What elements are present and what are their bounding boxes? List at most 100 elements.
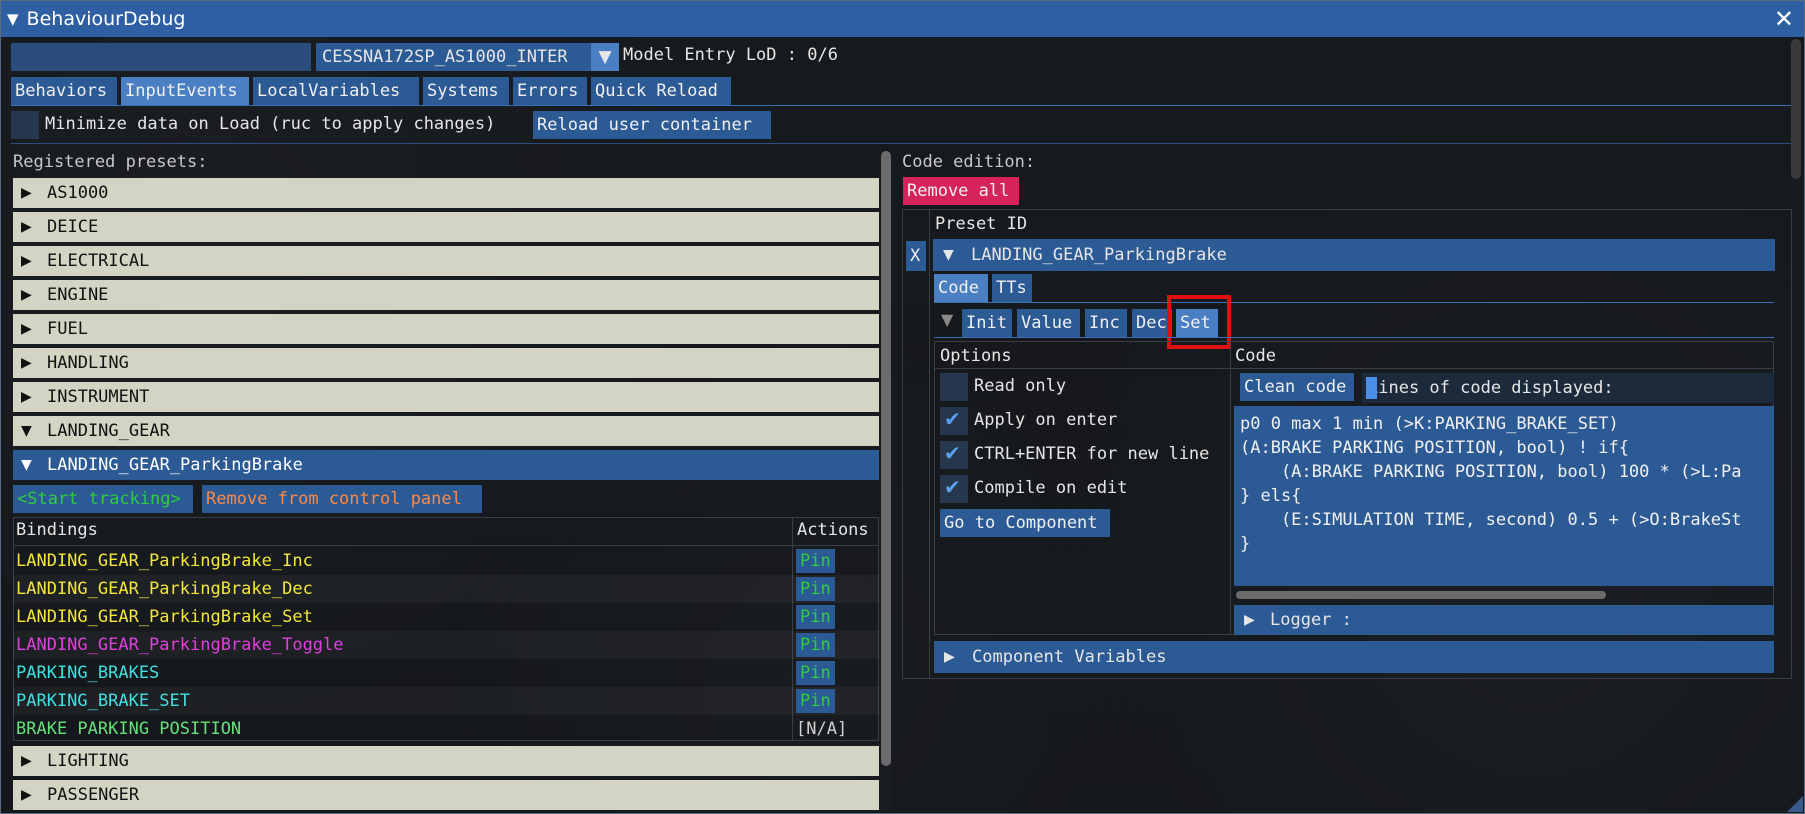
clean-code-button[interactable]: Clean code (1240, 373, 1354, 401)
expand-icon: ▶ (21, 219, 32, 235)
code-editor[interactable]: p0 0 max 1 min (>K:PARKING_BRAKE_SET) (A… (1234, 406, 1774, 586)
ctrl-enter-label: CTRL+ENTER for new line (974, 444, 1210, 464)
tab-behaviors[interactable]: Behaviors (11, 77, 117, 105)
expand-icon: ▶ (21, 321, 32, 337)
binding-name: LANDING_GEAR_ParkingBrake_Toggle (16, 635, 344, 655)
model-select-arrow-icon[interactable]: ▼ (591, 43, 619, 71)
read-only-checkbox[interactable] (940, 373, 968, 401)
group-engine[interactable]: ▶ ENGINE (13, 280, 879, 310)
group-label: LIGHTING (47, 751, 129, 771)
close-icon[interactable]: ✕ (1774, 5, 1794, 33)
go-to-component-button[interactable]: Go to Component (940, 509, 1110, 537)
group-handling[interactable]: ▶ HANDLING (13, 348, 879, 378)
behaviour-debug-window: ▼ BehaviourDebug ✕ CESSNA172SP_AS1000_IN… (0, 0, 1805, 814)
table-row: PARKING_BRAKES Pin (13, 659, 879, 687)
pin-button[interactable]: Pin (796, 689, 835, 713)
collapse-icon: ▼ (21, 457, 32, 473)
tab-inputevents[interactable]: InputEvents (121, 77, 249, 105)
tab-code[interactable]: Code (934, 274, 988, 302)
remove-from-control-panel-button[interactable]: Remove from control panel (202, 485, 482, 513)
group-lighting[interactable]: ▶ LIGHTING (13, 746, 879, 776)
tab-init[interactable]: Init (962, 309, 1012, 337)
group-as1000[interactable]: ▶ AS1000 (13, 178, 879, 208)
search-input[interactable] (11, 43, 311, 71)
group-electrical[interactable]: ▶ ELECTRICAL (13, 246, 879, 276)
minimize-checkbox[interactable] (11, 111, 39, 139)
subgroup-label: LANDING_GEAR_ParkingBrake (47, 455, 303, 475)
group-label: PASSENGER (47, 785, 140, 805)
table-row: BRAKE PARKING POSITION [N/A] (13, 715, 879, 743)
code-edition-label: Code edition: (902, 152, 1036, 172)
apply-on-enter-label: Apply on enter (974, 410, 1118, 430)
model-select[interactable]: CESSNA172SP_AS1000_INTER (316, 43, 591, 71)
component-variables-label: Component Variables (972, 647, 1167, 667)
group-label: ELECTRICAL (47, 251, 150, 271)
window-scrollbar[interactable] (1791, 39, 1801, 179)
options-column-divider (1230, 341, 1231, 635)
lod-label: Model Entry LoD : 0/6 (623, 45, 838, 65)
left-scrollbar-thumb[interactable] (881, 151, 891, 766)
model-select-value: CESSNA172SP_AS1000_INTER (322, 47, 568, 67)
x-column-divider (929, 209, 930, 679)
group-label: DEICE (47, 217, 99, 237)
tab-value[interactable]: Value (1017, 309, 1080, 337)
start-tracking-button[interactable]: <Start tracking> (13, 485, 193, 513)
tab-errors[interactable]: Errors (513, 77, 587, 105)
tab-inc[interactable]: Inc (1085, 309, 1127, 337)
ctrl-enter-checkbox[interactable] (940, 441, 968, 469)
apply-on-enter-checkbox[interactable] (940, 407, 968, 435)
tab-tts[interactable]: TTs (992, 274, 1032, 302)
logger-header[interactable]: ▶ Logger : (1234, 605, 1774, 635)
group-instrument[interactable]: ▶ INSTRUMENT (13, 382, 879, 412)
pin-button[interactable]: Pin (796, 633, 835, 657)
collapse-icon: ▼ (21, 423, 32, 439)
binding-name: BRAKE PARKING POSITION (16, 719, 242, 739)
tab-systems[interactable]: Systems (423, 77, 509, 105)
pin-button[interactable]: Pin (796, 577, 835, 601)
code-tabs-divider (934, 337, 1774, 338)
table-row: LANDING_GEAR_ParkingBrake_Set Pin (13, 603, 879, 631)
bindings-header-divider (13, 545, 879, 546)
title-bar[interactable]: ▼ BehaviourDebug ✕ (1, 1, 1804, 37)
remove-preset-button[interactable]: X (906, 241, 926, 271)
expand-icon: ▶ (21, 753, 32, 769)
text-cursor (1366, 377, 1377, 399)
group-passenger[interactable]: ▶ PASSENGER (13, 780, 879, 810)
pin-button[interactable]: Pin (796, 549, 835, 573)
group-landing-gear[interactable]: ▼ LANDING_GEAR (13, 416, 879, 446)
code-tabs-collapse-icon[interactable]: ▼ (941, 310, 953, 329)
code-header: Code (1235, 346, 1276, 366)
lines-displayed-input[interactable]: Lines of code displayed: (1362, 373, 1774, 403)
expand-icon: ▶ (21, 185, 32, 201)
component-variables-header[interactable]: ▶ Component Variables (934, 641, 1774, 673)
code-horizontal-scrollbar-thumb[interactable] (1236, 591, 1606, 599)
group-deice[interactable]: ▶ DEICE (13, 212, 879, 242)
read-only-label: Read only (974, 376, 1067, 396)
group-label: HANDLING (47, 353, 129, 373)
lines-displayed-label: Lines of code displayed: (1368, 378, 1614, 398)
tabs-divider (11, 105, 1791, 106)
pin-button[interactable]: Pin (796, 605, 835, 629)
preset-header[interactable]: ▼ LANDING_GEAR_ParkingBrake (933, 239, 1775, 271)
options-divider (11, 143, 1791, 144)
expand-icon: ▶ (21, 787, 32, 803)
remove-all-button[interactable]: Remove all (903, 177, 1019, 205)
action-value: [N/A] (796, 719, 848, 739)
reload-user-container-button[interactable]: Reload user container (533, 111, 771, 139)
logger-label: Logger : (1270, 610, 1352, 630)
compile-on-edit-checkbox[interactable] (940, 475, 968, 503)
resize-grip-icon[interactable] (1787, 796, 1803, 812)
subgroup-parking-brake[interactable]: ▼ LANDING_GEAR_ParkingBrake (13, 450, 879, 480)
window-title: BehaviourDebug (26, 8, 186, 30)
binding-name: LANDING_GEAR_ParkingBrake_Set (16, 607, 313, 627)
registered-presets-label: Registered presets: (13, 152, 208, 172)
group-fuel[interactable]: ▶ FUEL (13, 314, 879, 344)
expand-icon: ▶ (1244, 612, 1255, 628)
pin-button[interactable]: Pin (796, 661, 835, 685)
tab-quick-reload[interactable]: Quick Reload (591, 77, 731, 105)
tab-dec[interactable]: Dec (1132, 309, 1172, 337)
table-row: LANDING_GEAR_ParkingBrake_Toggle Pin (13, 631, 879, 659)
tab-localvariables[interactable]: LocalVariables (253, 77, 419, 105)
collapse-icon[interactable]: ▼ (7, 10, 19, 28)
binding-name: LANDING_GEAR_ParkingBrake_Dec (16, 579, 313, 599)
